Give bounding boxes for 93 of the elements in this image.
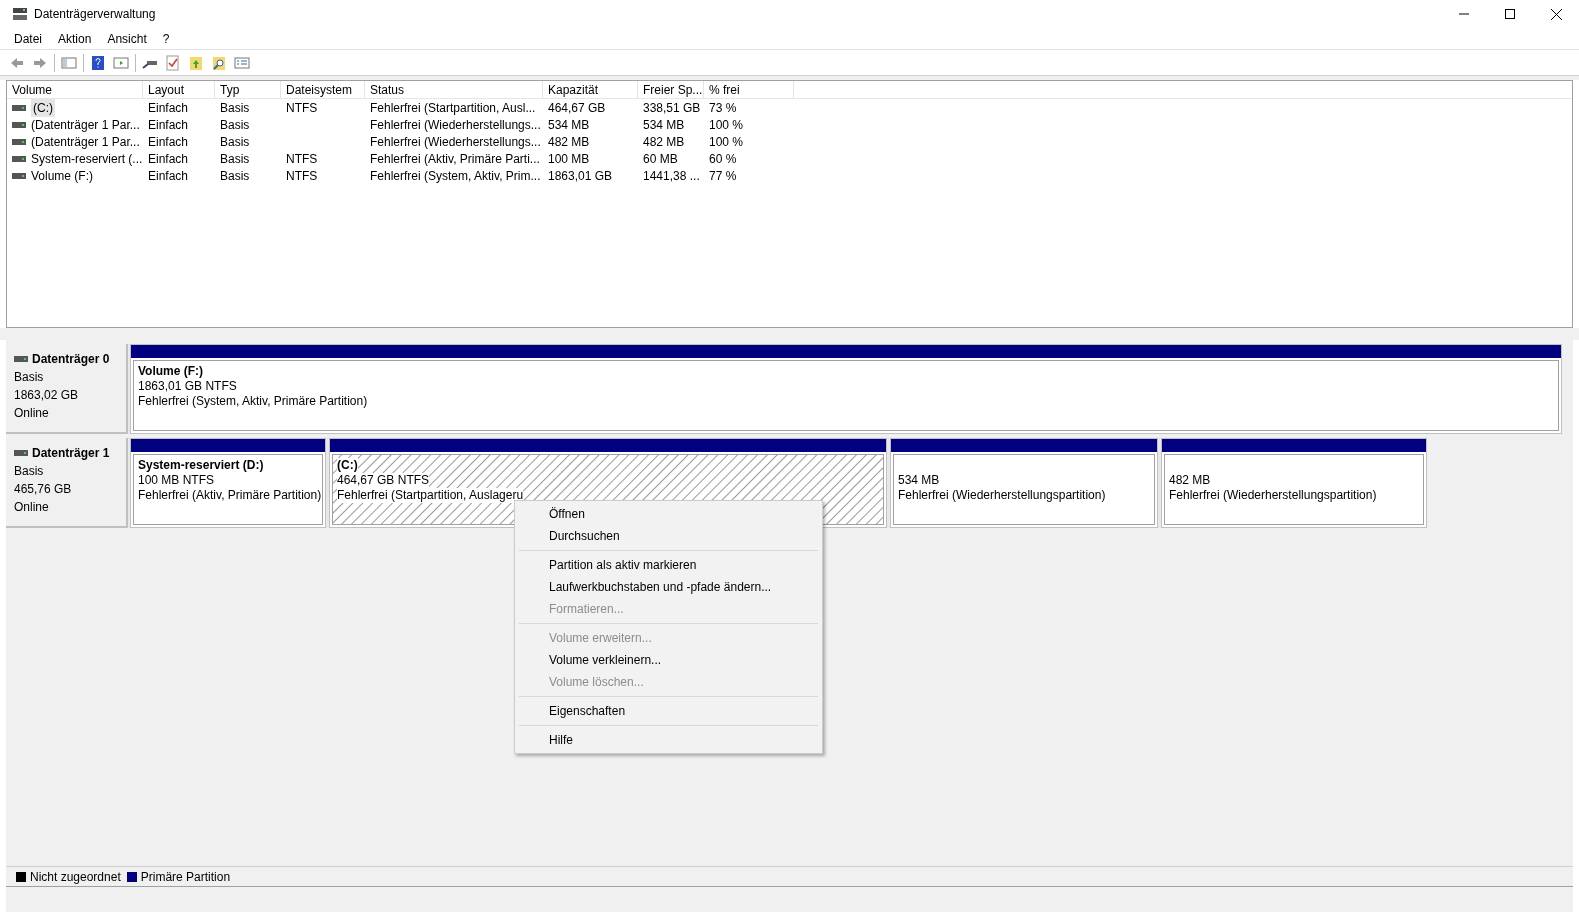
table-cell-text: 338,51 GB [643, 99, 701, 117]
column-header[interactable]: Volume [7, 81, 143, 98]
column-header[interactable]: Status [365, 81, 543, 98]
table-cell-text: 100 MB [548, 150, 590, 168]
drive-icon [12, 154, 26, 163]
partition-block[interactable]: 534 MB Fehlerfrei (Wiederherstellungspartition) [890, 438, 1158, 528]
partition-status: Fehlerfrei (Startpartition, Auslageru [337, 488, 524, 503]
disk-label-panel[interactable]: Datenträger 1 Basis 465,76 GB Online [6, 438, 128, 528]
drive-icon [14, 449, 28, 457]
column-header[interactable]: % frei [704, 81, 794, 98]
menu-item[interactable]: Aktion [50, 29, 100, 48]
table-cell-text: 464,67 GB [548, 99, 606, 117]
disk-status: Online [14, 499, 50, 516]
menu-item[interactable]: Volume verkleinern... [515, 649, 822, 671]
menu-item[interactable]: Datei [6, 29, 50, 48]
table-cell-text: Einfach [148, 167, 189, 185]
disk-label-panel[interactable]: Datenträger 0 Basis 1863,02 GB Online [6, 344, 128, 434]
table-cell-text: NTFS [286, 167, 318, 185]
partition-size: 1863,01 GB NTFS [138, 379, 237, 394]
partition-name: System-reserviert (D:) [138, 458, 264, 473]
table-cell-text: Basis [220, 150, 250, 168]
table-cell-text: Basis [220, 116, 250, 134]
table-cell-text: Fehlerfrei (Wiederherstellungs... [370, 116, 541, 134]
disk-name: Datenträger 0 [32, 351, 110, 368]
table-cell[interactable]: System-reserviert (... [31, 149, 143, 168]
table-cell-text: Basis [220, 133, 250, 151]
partition-size: 464,67 GB NTFS [337, 473, 430, 488]
table-cell-text: 534 MB [643, 116, 685, 134]
table-cell-text: Einfach [148, 133, 189, 151]
column-header[interactable]: Dateisystem [281, 81, 365, 98]
app-icon [12, 7, 28, 21]
maximize-icon [1505, 9, 1515, 19]
table-cell-text: Basis [220, 99, 250, 117]
partition-block[interactable]: 482 MB Fehlerfrei (Wiederherstellungspartition) [1161, 438, 1427, 528]
table-cell-text: Fehlerfrei (Wiederherstellungs... [370, 133, 541, 151]
menu-item[interactable]: Eigenschaften [515, 700, 822, 722]
table-cell-text: 77 % [709, 167, 737, 185]
partition-block[interactable]: Volume (F:) 1863,01 GB NTFS Fehlerfrei (System, Aktiv, Primäre Partition) [130, 344, 1562, 434]
table-cell-text: 1863,01 GB [548, 167, 613, 185]
table-cell-text: Fehlerfrei (Aktiv, Primäre Parti... [370, 150, 540, 168]
disk-type: Basis [14, 369, 45, 386]
table-cell-text: Einfach [148, 116, 189, 134]
drive-icon [12, 103, 26, 112]
partition-status: Fehlerfrei (Wiederherstellungspartition) [1169, 488, 1377, 503]
menu-item[interactable]: Laufwerkbuchstaben und -pfade ändern... [515, 576, 822, 598]
partition-status: Fehlerfrei (Wiederherstellungspartition) [898, 488, 1106, 503]
menu-item[interactable]: Partition als aktiv markieren [515, 554, 822, 576]
table-cell-text: 60 % [709, 150, 737, 168]
table-cell-text: Basis [220, 167, 250, 185]
table-cell-text: Fehlerfrei (Startpartition, Ausl... [370, 99, 536, 117]
menu-item[interactable]: ? [154, 29, 178, 48]
drive-icon [14, 355, 28, 363]
disk-type: Basis [14, 463, 45, 480]
column-header[interactable]: Freier Sp... [638, 81, 704, 98]
table-cell[interactable]: Volume (F:) [31, 166, 93, 185]
drive-icon [12, 171, 26, 180]
table-cell[interactable]: (Datenträger 1 Par... [31, 132, 140, 151]
disk-size: 1863,02 GB [14, 387, 80, 404]
table-cell-text: 482 MB [548, 133, 590, 151]
table-cell[interactable]: (Datenträger 1 Par... [31, 115, 140, 134]
table-cell-text: 73 % [709, 99, 737, 117]
column-header[interactable]: Typ [215, 81, 281, 98]
table-cell-text: NTFS [286, 150, 318, 168]
disk-name: Datenträger 1 [32, 445, 110, 462]
table-cell-text: 60 MB [643, 150, 678, 168]
partition-status: Fehlerfrei (Aktiv, Primäre Partition) [138, 488, 322, 503]
table-cell-text: Einfach [148, 150, 189, 168]
window-title: Datenträgerverwaltung [34, 6, 156, 23]
table-cell-text: Einfach [148, 99, 189, 117]
column-header[interactable]: Layout [143, 81, 215, 98]
menu-item[interactable]: Durchsuchen [515, 525, 822, 547]
partition-status: Fehlerfrei (System, Aktiv, Primäre Partition) [138, 394, 368, 409]
table-cell-text: 482 MB [643, 133, 685, 151]
menu-item[interactable]: Öffnen [515, 503, 822, 525]
legend-label: Nicht zugeordnet [30, 868, 121, 886]
partition-name: Volume (F:) [138, 364, 204, 379]
close-icon [1550, 8, 1562, 20]
table-cell-text: 100 % [709, 116, 744, 134]
menu-item[interactable]: Ansicht [99, 29, 155, 48]
partition-block[interactable]: System-reserviert (D:) 100 MB NTFS Fehlerfrei (Aktiv, Primäre Partition) [130, 438, 326, 528]
table-cell-text: 1441,38 ... [643, 167, 700, 185]
drive-icon [12, 120, 26, 129]
partition-name: (C:) [337, 458, 358, 473]
disk-size: 465,76 GB [14, 481, 73, 498]
menu-item[interactable]: Hilfe [515, 729, 822, 751]
table-cell-text: 100 % [709, 133, 744, 151]
legend-label: Primäre Partition [140, 868, 231, 886]
column-header[interactable]: Kapazität [543, 81, 638, 98]
table-cell-text: Fehlerfrei (System, Aktiv, Prim... [370, 167, 541, 185]
table-cell-text: 534 MB [548, 116, 590, 134]
drive-icon [12, 137, 26, 146]
disk-status: Online [14, 405, 50, 422]
table-cell-text: NTFS [286, 99, 318, 117]
